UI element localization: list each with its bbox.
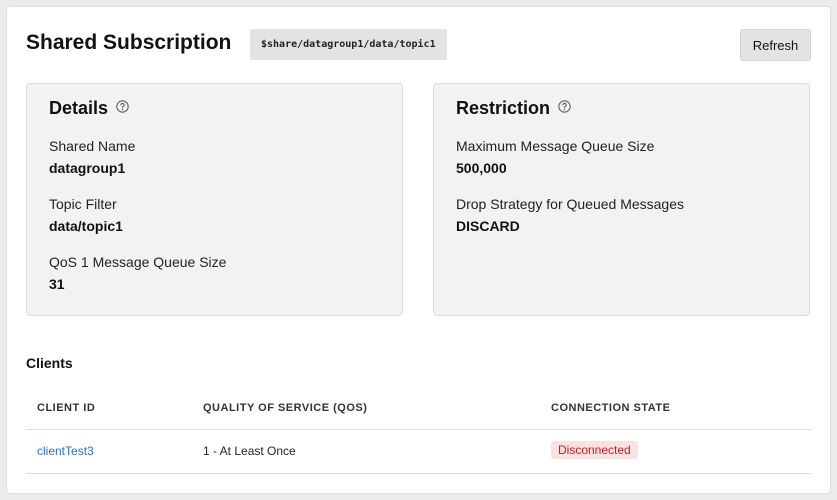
- help-circle-icon[interactable]: [116, 100, 129, 113]
- clients-table: CLIENT ID QUALITY OF SERVICE (QOS) CONNE…: [26, 385, 811, 474]
- qos1-queue-size-field: QoS 1 Message Queue Size 31: [49, 254, 226, 293]
- clients-heading: Clients: [26, 355, 73, 371]
- field-label: Shared Name: [49, 138, 136, 154]
- field-value: 31: [49, 276, 65, 292]
- restriction-title: Restriction: [456, 98, 571, 119]
- max-queue-size-field: Maximum Message Queue Size 500,000: [456, 138, 654, 177]
- shared-name-field: Shared Name datagroup1: [49, 138, 135, 177]
- field-label: Maximum Message Queue Size: [456, 138, 655, 154]
- refresh-button[interactable]: Refresh: [740, 29, 811, 61]
- topic-filter-field: Topic Filter data/topic1: [49, 196, 123, 235]
- restriction-title-text: Restriction: [456, 98, 551, 118]
- qos-cell: 1 - At Least Once: [203, 444, 296, 458]
- field-value: datagroup1: [49, 160, 126, 176]
- details-title-text: Details: [49, 98, 109, 118]
- field-label: Topic Filter: [49, 196, 117, 212]
- field-value: DISCARD: [456, 218, 520, 234]
- details-title: Details: [49, 98, 129, 119]
- field-value: 500,000: [456, 160, 507, 176]
- drop-strategy-field: Drop Strategy for Queued Messages DISCAR…: [456, 196, 684, 235]
- table-row: clientTest3 1 - At Least Once Disconnect…: [26, 430, 811, 474]
- field-label: QoS 1 Message Queue Size: [49, 254, 227, 270]
- help-circle-icon[interactable]: [558, 100, 571, 113]
- topic-chip: $share/datagroup1/data/topic1: [250, 29, 447, 60]
- page-header: Shared Subscription $share/datagroup1/da…: [26, 29, 811, 61]
- status-badge: Disconnected: [551, 441, 638, 459]
- column-header-client-id[interactable]: CLIENT ID: [37, 402, 95, 414]
- client-id-link[interactable]: clientTest3: [37, 444, 94, 458]
- field-value: data/topic1: [49, 218, 123, 234]
- details-panel: Details Shared Name datagroup1 Topic Fil…: [26, 83, 403, 316]
- shared-subscription-page: Shared Subscription $share/datagroup1/da…: [6, 6, 831, 494]
- column-header-connection-state[interactable]: CONNECTION STATE: [551, 402, 670, 414]
- restriction-panel: Restriction Maximum Message Queue Size 5…: [433, 83, 810, 316]
- table-header: CLIENT ID QUALITY OF SERVICE (QOS) CONNE…: [26, 385, 811, 430]
- page-title: Shared Subscription: [26, 31, 232, 54]
- column-header-qos[interactable]: QUALITY OF SERVICE (QOS): [203, 402, 367, 414]
- client-id-cell: clientTest3: [37, 444, 94, 458]
- field-label: Drop Strategy for Queued Messages: [456, 196, 685, 212]
